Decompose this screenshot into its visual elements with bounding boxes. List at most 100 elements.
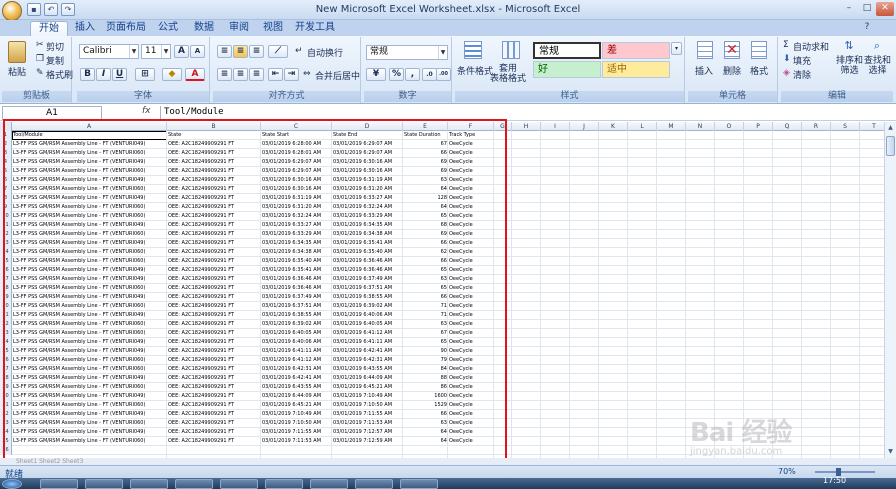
- tab-developer[interactable]: 开发工具: [293, 21, 337, 36]
- wrap-text-button[interactable]: ↵ 自动换行: [295, 46, 343, 59]
- delete-cells-icon[interactable]: ✕: [724, 41, 740, 59]
- conditional-format-icon[interactable]: [464, 41, 482, 59]
- font-name-select[interactable]: Calibri ▼: [79, 44, 139, 59]
- decrease-decimal-button[interactable]: .00: [436, 68, 451, 81]
- paste-icon[interactable]: [8, 41, 26, 63]
- grow-font-button[interactable]: A: [174, 45, 189, 58]
- taskbar-app-icon[interactable]: [310, 479, 348, 489]
- sort-filter-button[interactable]: 排序和 筛选: [836, 56, 863, 76]
- style-bad[interactable]: 差: [602, 42, 670, 59]
- tab-data[interactable]: 数据: [189, 21, 219, 36]
- help-icon[interactable]: ?: [858, 21, 876, 35]
- style-normal[interactable]: 常规: [533, 42, 601, 59]
- zoom-slider-knob[interactable]: [836, 468, 841, 476]
- shrink-font-button[interactable]: A: [190, 45, 205, 58]
- taskbar-app-icon[interactable]: [220, 479, 258, 489]
- format-painter-button[interactable]: ✎ 格式刷: [36, 68, 73, 81]
- scroll-down-icon[interactable]: ▼: [886, 447, 895, 456]
- column-header[interactable]: T: [860, 122, 884, 131]
- column-header[interactable]: P: [744, 122, 773, 131]
- border-icon[interactable]: ⊞: [135, 68, 155, 81]
- merge-center-button[interactable]: ⇔ 合并后居中: [303, 69, 360, 82]
- zoom-level[interactable]: 70%: [778, 467, 796, 476]
- sheet-tab-2[interactable]: Sheet2: [39, 458, 60, 465]
- taskbar-app-icon[interactable]: [130, 479, 168, 489]
- sheet-tab-3[interactable]: Sheet3: [62, 458, 83, 465]
- taskbar-app-icon[interactable]: [265, 479, 303, 489]
- table-format-icon[interactable]: [502, 41, 520, 59]
- start-button-icon[interactable]: [2, 479, 22, 489]
- increase-decimal-button[interactable]: .0: [422, 68, 437, 81]
- close-button[interactable]: ✕: [876, 2, 894, 16]
- clear-button[interactable]: ◈ 清除: [783, 68, 811, 81]
- tab-insert[interactable]: 插入: [70, 21, 100, 36]
- column-header[interactable]: R: [802, 122, 831, 131]
- style-good[interactable]: 好: [533, 61, 601, 78]
- tab-page-layout[interactable]: 页面布局: [104, 21, 148, 36]
- align-top-icon[interactable]: ≡: [217, 45, 232, 58]
- vertical-scrollbar[interactable]: ▲ ▼: [884, 122, 896, 458]
- decrease-indent-icon[interactable]: ⇤: [268, 68, 283, 81]
- column-header[interactable]: M: [657, 122, 686, 131]
- scroll-thumb[interactable]: [886, 136, 895, 156]
- underline-button[interactable]: U: [112, 68, 127, 81]
- insert-button[interactable]: 插入: [695, 64, 713, 77]
- paste-button[interactable]: 粘贴: [8, 65, 26, 78]
- bold-button[interactable]: B: [80, 68, 95, 81]
- column-header[interactable]: O: [715, 122, 744, 131]
- comma-button[interactable]: ,: [405, 68, 420, 81]
- column-header[interactable]: H: [512, 122, 541, 131]
- format-cells-icon[interactable]: [751, 41, 767, 59]
- taskbar-app-icon[interactable]: [85, 479, 123, 489]
- minimize-button[interactable]: –: [840, 2, 858, 16]
- cut-button[interactable]: ✂ 剪切: [36, 40, 64, 53]
- increase-indent-icon[interactable]: ⇥: [284, 68, 299, 81]
- styles-more-icon[interactable]: ▾: [671, 42, 682, 55]
- conditional-format-button[interactable]: 条件格式: [457, 64, 493, 77]
- currency-icon[interactable]: ¥: [366, 68, 386, 81]
- column-header[interactable]: L: [628, 122, 657, 131]
- autosum-button[interactable]: Σ 自动求和: [783, 40, 829, 53]
- insert-function-button[interactable]: fx: [142, 106, 151, 116]
- scroll-up-icon[interactable]: ▲: [886, 123, 895, 132]
- column-header[interactable]: S: [831, 122, 860, 131]
- column-header[interactable]: J: [570, 122, 599, 131]
- tab-formulas[interactable]: 公式: [153, 21, 183, 36]
- find-select-button[interactable]: 查找和 选择: [864, 56, 891, 76]
- fill-color-icon[interactable]: ◆: [162, 68, 182, 81]
- font-color-button[interactable]: A: [185, 68, 205, 81]
- taskbar-app-icon[interactable]: [175, 479, 213, 489]
- maximize-button[interactable]: □: [858, 2, 876, 16]
- sheet-tab-1[interactable]: Sheet1: [16, 458, 37, 465]
- tab-review[interactable]: 审阅: [224, 21, 254, 36]
- style-neutral[interactable]: 适中: [602, 61, 670, 78]
- taskbar-app-icon[interactable]: [355, 479, 393, 489]
- align-right-icon[interactable]: ≡: [249, 68, 264, 81]
- format-button[interactable]: 格式: [750, 64, 768, 77]
- column-header[interactable]: N: [686, 122, 715, 131]
- align-left-icon[interactable]: ≡: [217, 68, 232, 81]
- copy-button[interactable]: ❐ 复制: [36, 54, 64, 67]
- align-middle-icon[interactable]: ≡: [233, 45, 248, 58]
- align-center-icon[interactable]: ≡: [233, 68, 248, 81]
- number-format-select[interactable]: 常规 ▼: [366, 45, 448, 60]
- orientation-icon[interactable]: ⟋: [268, 45, 288, 58]
- insert-cells-icon[interactable]: [697, 41, 713, 59]
- font-size-select[interactable]: 11 ▼: [141, 44, 171, 59]
- taskbar-excel-icon[interactable]: [400, 479, 438, 489]
- fill-button[interactable]: ⬇ 填充: [783, 54, 811, 67]
- zoom-slider[interactable]: [815, 471, 875, 473]
- find-select-icon[interactable]: ⌕: [869, 39, 885, 55]
- tab-home[interactable]: 开始: [30, 21, 68, 36]
- format-as-table-button[interactable]: 套用 表格格式: [490, 64, 526, 84]
- percent-button[interactable]: %: [389, 68, 404, 81]
- sort-filter-icon[interactable]: ⇅: [841, 39, 857, 55]
- formula-input[interactable]: Tool/Module: [160, 106, 886, 120]
- taskbar-app-icon[interactable]: [40, 479, 78, 489]
- italic-button[interactable]: I: [96, 68, 111, 81]
- delete-button[interactable]: 删除: [723, 64, 741, 77]
- name-box[interactable]: A1: [2, 106, 102, 120]
- column-header[interactable]: Q: [773, 122, 802, 131]
- column-header[interactable]: I: [541, 122, 570, 131]
- column-header[interactable]: K: [599, 122, 628, 131]
